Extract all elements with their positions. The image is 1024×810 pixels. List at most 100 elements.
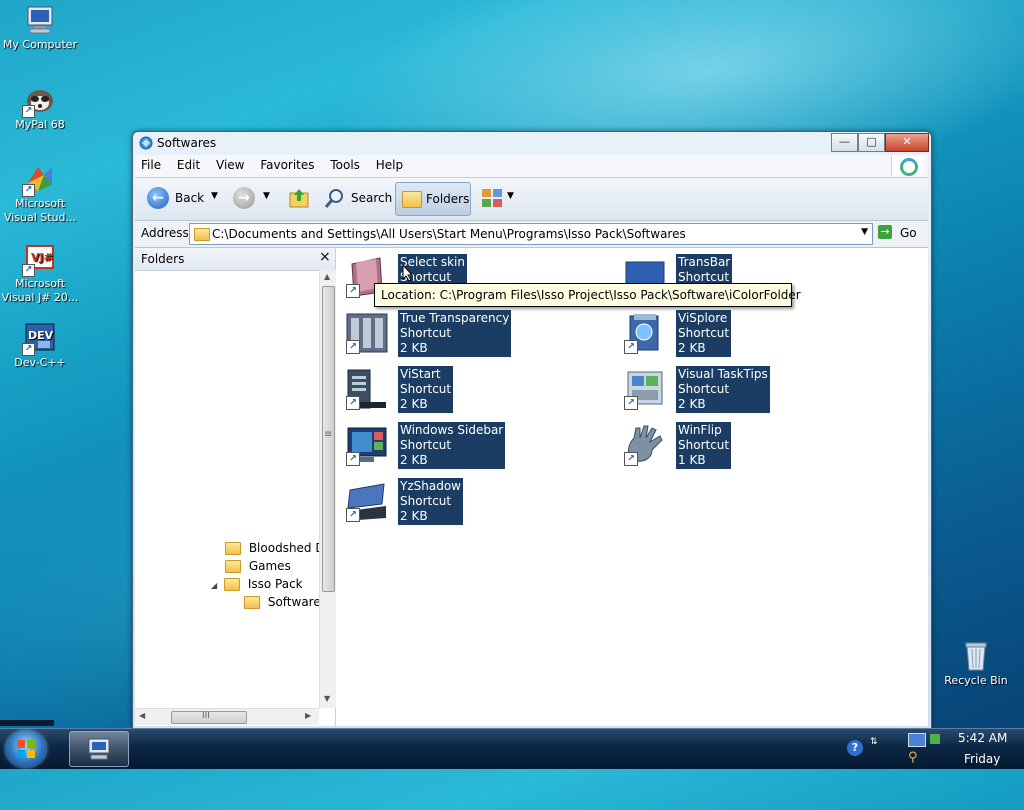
search-button[interactable]: Search — [319, 182, 392, 214]
address-path: C:\Documents and Settings\All Users\Star… — [212, 227, 686, 241]
scroll-thumb[interactable]: ≡ — [322, 286, 335, 592]
help-icon[interactable]: ? — [847, 740, 863, 756]
computer-icon — [88, 738, 110, 760]
shortcut-arrow-icon: ↗ — [624, 340, 638, 354]
menu-favorites[interactable]: Favorites — [254, 155, 320, 172]
close-icon: ✕ — [902, 135, 912, 148]
desktop-icon-label: My Computer — [2, 38, 78, 51]
list-item-winflip[interactable]: ↗ WinFlip Shortcut 1 KB — [614, 420, 874, 470]
desktop-icon-label: MyPal 68 — [15, 118, 65, 131]
back-dropdown-icon[interactable]: ▼ — [211, 191, 218, 201]
close-button[interactable]: ✕ — [885, 133, 929, 152]
scroll-left-icon[interactable]: ◀ — [139, 711, 145, 720]
list-item-visual-tasktips[interactable]: ↗ Visual TaskTips Shortcut 2 KB — [614, 364, 874, 414]
up-folder-button[interactable] — [285, 182, 311, 214]
window-title: Softwares — [157, 136, 217, 150]
svg-text:DEV: DEV — [28, 329, 54, 342]
desktop-icon-visual-jsharp[interactable]: VJ# ↗ Microsoft Visual J# 20... — [0, 243, 80, 305]
computer-icon — [24, 4, 56, 36]
shortcut-arrow-icon: ↗ — [624, 396, 638, 410]
folders-pane: Folders × Bloodshed De Games ◢ Isso Pack… — [135, 248, 336, 726]
back-arrow-icon: ← — [147, 187, 169, 209]
up-folder-icon — [289, 189, 309, 208]
folders-vertical-scrollbar[interactable]: ▲ ≡ ▼ — [319, 270, 336, 708]
taskbar-explorer-button[interactable] — [69, 731, 129, 767]
tray-expand-icon[interactable]: ⇅ — [870, 737, 878, 747]
folders-pane-header: Folders × — [135, 248, 335, 271]
go-arrow-icon: → — [878, 225, 892, 239]
address-dropdown-icon[interactable]: ▼ — [861, 227, 868, 237]
forward-button[interactable]: → ▼ — [229, 182, 279, 214]
folders-horizontal-scrollbar[interactable]: ◀ III ▶ — [135, 708, 319, 725]
volume-icon[interactable] — [930, 734, 940, 744]
search-icon — [324, 189, 343, 208]
menu-tools[interactable]: Tools — [324, 155, 366, 172]
clock-time[interactable]: 5:42 AM — [958, 731, 1007, 745]
back-button[interactable]: ← Back ▼ — [143, 182, 221, 214]
desktop-icon-my-computer[interactable]: My Computer — [0, 4, 80, 52]
back-label: Back — [175, 191, 205, 205]
recycle-bin-icon — [960, 640, 992, 672]
list-item-vistart[interactable]: ↗ ViStart Shortcut 2 KB — [336, 364, 596, 414]
menu-bar: File Edit View Favorites Tools Help — [135, 155, 928, 178]
list-item-windows-sidebar[interactable]: ↗ Windows Sidebar Shortcut 2 KB — [336, 420, 596, 470]
folder-icon — [194, 228, 210, 241]
search-tray-icon[interactable]: ⚲ — [908, 750, 918, 765]
folders-button[interactable]: Folders — [395, 182, 471, 216]
desktop-icon-dev-cpp[interactable]: DEV ↗ Dev-C++ — [0, 322, 80, 370]
go-button[interactable]: → Go — [876, 223, 922, 243]
file-list: ↗ Select skin Shortcut TransBar Shortcut ↗… — [336, 248, 928, 726]
shortcut-arrow-icon: ↗ — [22, 264, 35, 277]
item-label: TransBar Shortcut — [676, 254, 733, 286]
desktop-icon-mypal[interactable]: ↗ MyPal 68 — [0, 84, 80, 132]
shortcut-arrow-icon: ↗ — [346, 452, 360, 466]
address-input[interactable]: C:\Documents and Settings\All Users\Star… — [189, 223, 873, 245]
maximize-icon: □ — [866, 135, 877, 148]
forward-arrow-icon: → — [233, 187, 255, 209]
shortcut-arrow-icon: ↗ — [624, 452, 638, 466]
tree-item-isso-pack[interactable]: ◢ Isso Pack — [211, 577, 303, 591]
menu-help[interactable]: Help — [370, 155, 409, 172]
list-item-yzshadow[interactable]: ↗ YzShadow Shortcut 2 KB — [336, 476, 596, 526]
tree-expand-icon[interactable]: ◢ — [211, 581, 217, 590]
desktop-icon-label: Microsoft Visual J# 20... — [1, 277, 79, 304]
scroll-right-icon[interactable]: ▶ — [305, 711, 311, 720]
scroll-down-icon[interactable]: ▼ — [324, 694, 330, 703]
menu-file[interactable]: File — [135, 155, 167, 172]
network-icon[interactable] — [908, 733, 926, 747]
scroll-up-icon[interactable]: ▲ — [324, 272, 330, 281]
shortcut-arrow-icon: ↗ — [22, 105, 35, 118]
menu-edit[interactable]: Edit — [171, 155, 206, 172]
scroll-grip: III — [202, 711, 210, 721]
list-item-visplore[interactable]: ↗ ViSplore Shortcut 2 KB — [614, 308, 874, 358]
taskbar — [0, 728, 1024, 769]
title-bar[interactable]: Softwares — □ ✕ — [133, 132, 931, 154]
svg-text:VJ#: VJ# — [31, 251, 53, 264]
raccoon-icon: ↗ — [22, 84, 56, 118]
windows-flag-icon — [17, 740, 35, 758]
folder-icon — [225, 542, 241, 555]
tree-item-bloodshed[interactable]: Bloodshed De — [225, 541, 332, 555]
explorer-icon — [139, 136, 153, 150]
list-item-true-transparency[interactable]: ↗ True Transparency Shortcut 2 KB — [336, 308, 596, 358]
desktop-icon-visual-studio[interactable]: ↗ Microsoft Visual Stud... — [0, 163, 80, 225]
tree-item-softwares[interactable]: Softwares — [244, 595, 327, 609]
desktop-icon-recycle-bin[interactable]: Recycle Bin — [936, 640, 1016, 688]
tree-item-label: Isso Pack — [247, 577, 303, 591]
clock-day[interactable]: Friday — [964, 752, 1000, 766]
menu-view[interactable]: View — [210, 155, 250, 172]
maximize-button[interactable]: □ — [858, 133, 885, 152]
scroll-thumb[interactable]: III — [171, 711, 247, 724]
folder-icon — [225, 560, 241, 573]
views-button[interactable]: ▼ — [479, 182, 517, 214]
shortcut-arrow-icon: ↗ — [22, 184, 35, 197]
forward-dropdown-icon[interactable]: ▼ — [263, 191, 270, 201]
tree-item-games[interactable]: Games — [225, 559, 291, 573]
minimize-button[interactable]: — — [831, 133, 858, 152]
desktop-icon-label: Microsoft Visual Stud... — [3, 197, 77, 224]
folders-pane-close-icon[interactable]: × — [319, 249, 331, 265]
folder-icon — [402, 191, 422, 208]
views-dropdown-icon: ▼ — [507, 191, 514, 201]
visual-jsharp-icon: VJ# ↗ — [22, 243, 56, 277]
start-button[interactable] — [6, 731, 46, 767]
